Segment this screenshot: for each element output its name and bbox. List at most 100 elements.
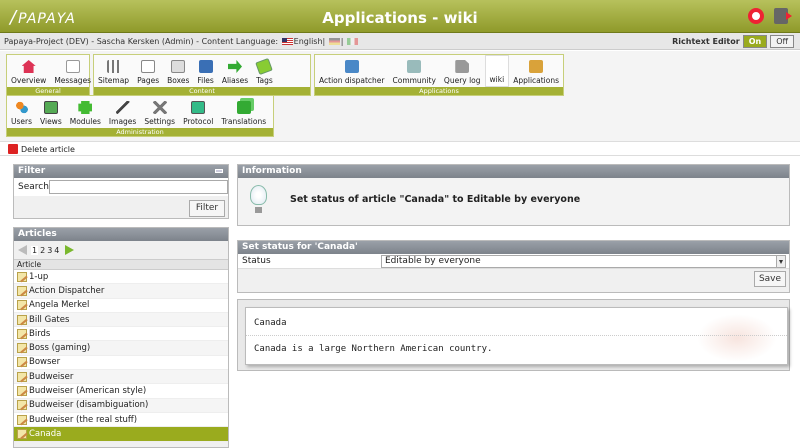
- de-flag-icon[interactable]: [328, 38, 340, 45]
- list-item[interactable]: Bowser: [14, 356, 228, 371]
- toolbar-action-dispatcher[interactable]: Action dispatcher: [315, 55, 389, 87]
- article-icon: [17, 414, 27, 425]
- tags-icon: [255, 57, 274, 76]
- list-item[interactable]: Boss (gaming): [14, 341, 228, 356]
- list-item-selected[interactable]: Canada: [14, 427, 228, 442]
- information-header: Information: [238, 165, 789, 178]
- boxes-icon: [171, 60, 186, 73]
- toolbar-images[interactable]: Images: [105, 96, 140, 128]
- community-icon: [407, 60, 422, 73]
- context-bar: Papaya-Project (DEV) - Sascha Kersken (A…: [0, 33, 800, 50]
- list-item[interactable]: Budweiser: [14, 370, 228, 385]
- lightbulb-icon: [250, 185, 267, 213]
- toolbar-files[interactable]: Files: [193, 55, 217, 87]
- divider: [246, 335, 787, 336]
- information-message: Set status of article "Canada" to Editab…: [290, 194, 581, 205]
- toolbar-modules[interactable]: Modules: [66, 96, 105, 128]
- protocol-icon: [191, 101, 206, 114]
- article-column-header: Article: [14, 259, 228, 270]
- images-icon: [115, 101, 130, 114]
- article-icon: [17, 357, 27, 368]
- applications-icon: [529, 60, 544, 73]
- toolbar-messages[interactable]: Messages: [50, 55, 95, 87]
- toolbar-settings[interactable]: Settings: [140, 96, 179, 128]
- filter-button[interactable]: Filter: [189, 200, 225, 217]
- decorative-graphic: [697, 314, 777, 362]
- toolbar-sitemap[interactable]: Sitemap: [94, 55, 133, 87]
- context-text: Papaya-Project (DEV) - Sascha Kersken (A…: [4, 37, 279, 46]
- toolbar-group-general: Overview Messages General: [6, 54, 91, 96]
- toolbar-wiki[interactable]: wiki: [484, 55, 510, 87]
- group-label-applications: Applications: [315, 87, 563, 95]
- dispatcher-icon: [344, 60, 359, 73]
- page-3[interactable]: 3: [47, 246, 52, 255]
- help-icon[interactable]: [748, 8, 764, 24]
- it-flag-icon[interactable]: [347, 38, 359, 45]
- article-icon: [17, 428, 27, 439]
- language-english[interactable]: English: [294, 37, 323, 46]
- richtext-on-button[interactable]: On: [742, 35, 768, 48]
- next-page-icon[interactable]: [65, 245, 75, 255]
- modules-icon: [78, 101, 93, 114]
- toolbar-views[interactable]: Views: [36, 96, 66, 128]
- settings-icon: [152, 101, 167, 114]
- prev-page-icon[interactable]: [18, 245, 27, 255]
- list-item[interactable]: Angela Merkel: [14, 299, 228, 313]
- translations-icon: [236, 101, 251, 114]
- toolbar-boxes[interactable]: Boxes: [163, 55, 193, 87]
- status-panel: Set status for 'Canada' Status Editable …: [237, 240, 790, 293]
- list-item[interactable]: Birds: [14, 327, 228, 342]
- filter-panel: Filter Search Filter: [13, 164, 229, 219]
- list-item[interactable]: 1-up: [14, 270, 228, 285]
- toolbar-applications[interactable]: Applications: [509, 55, 563, 87]
- list-item[interactable]: Budweiser (the real stuff): [14, 413, 228, 428]
- toolbar-query-log[interactable]: Query log: [440, 55, 485, 87]
- toolbar-overview[interactable]: Overview: [7, 55, 50, 87]
- article-icon: [17, 343, 27, 354]
- toolbar-protocol[interactable]: Protocol: [179, 96, 217, 128]
- toolbar-translations[interactable]: Translations: [217, 96, 270, 128]
- delete-article-button[interactable]: Delete article: [8, 144, 75, 154]
- toolbar-aliases[interactable]: Aliases: [218, 55, 252, 87]
- page-title: Applications - wiki: [322, 9, 478, 27]
- toolbar-users[interactable]: Users: [7, 96, 36, 128]
- page-1[interactable]: 1: [31, 245, 39, 255]
- status-label: Status: [242, 256, 271, 266]
- minimize-icon[interactable]: [215, 169, 223, 173]
- list-item[interactable]: Budweiser (disambiguation): [14, 398, 228, 413]
- richtext-off-button[interactable]: Off: [770, 35, 794, 48]
- status-header: Set status for 'Canada': [238, 241, 789, 254]
- article-icon: [17, 386, 27, 397]
- article-preview: Canada Canada is a large Northern Americ…: [245, 307, 788, 365]
- messages-icon: [65, 60, 80, 73]
- preview-title: Canada: [254, 318, 287, 328]
- delete-icon: [8, 144, 18, 154]
- save-button[interactable]: Save: [754, 271, 786, 287]
- pages-icon: [141, 60, 156, 73]
- list-item[interactable]: Budweiser (American style): [14, 384, 228, 399]
- articles-header: Articles: [14, 228, 228, 241]
- toolbar-tags[interactable]: Tags: [252, 55, 277, 87]
- article-icon: [17, 314, 27, 325]
- status-select[interactable]: Editable by everyone: [381, 254, 786, 268]
- list-item[interactable]: Bill Gates: [14, 312, 228, 328]
- article-list: 1-up Action Dispatcher Angela Merkel Bil…: [14, 270, 228, 442]
- pager: 1234: [14, 241, 228, 259]
- article-icon: [17, 285, 27, 296]
- toolbar-community[interactable]: Community: [389, 55, 440, 87]
- article-icon: [17, 328, 27, 339]
- toolbar-pages[interactable]: Pages: [133, 55, 163, 87]
- article-icon: [17, 371, 27, 382]
- aliases-icon: [228, 60, 242, 73]
- page-2[interactable]: 2: [40, 246, 45, 255]
- page-4[interactable]: 4: [54, 246, 59, 255]
- us-flag-icon[interactable]: [281, 38, 293, 45]
- logout-icon[interactable]: [774, 8, 792, 24]
- search-label: Search: [18, 182, 49, 192]
- views-icon: [43, 101, 58, 114]
- list-item[interactable]: Action Dispatcher: [14, 284, 228, 299]
- query-log-icon: [455, 60, 470, 73]
- article-icon: [17, 400, 27, 411]
- search-input[interactable]: [48, 180, 228, 194]
- toolbar-group-content: Sitemap Pages Boxes Files Aliases Tags C…: [93, 54, 311, 96]
